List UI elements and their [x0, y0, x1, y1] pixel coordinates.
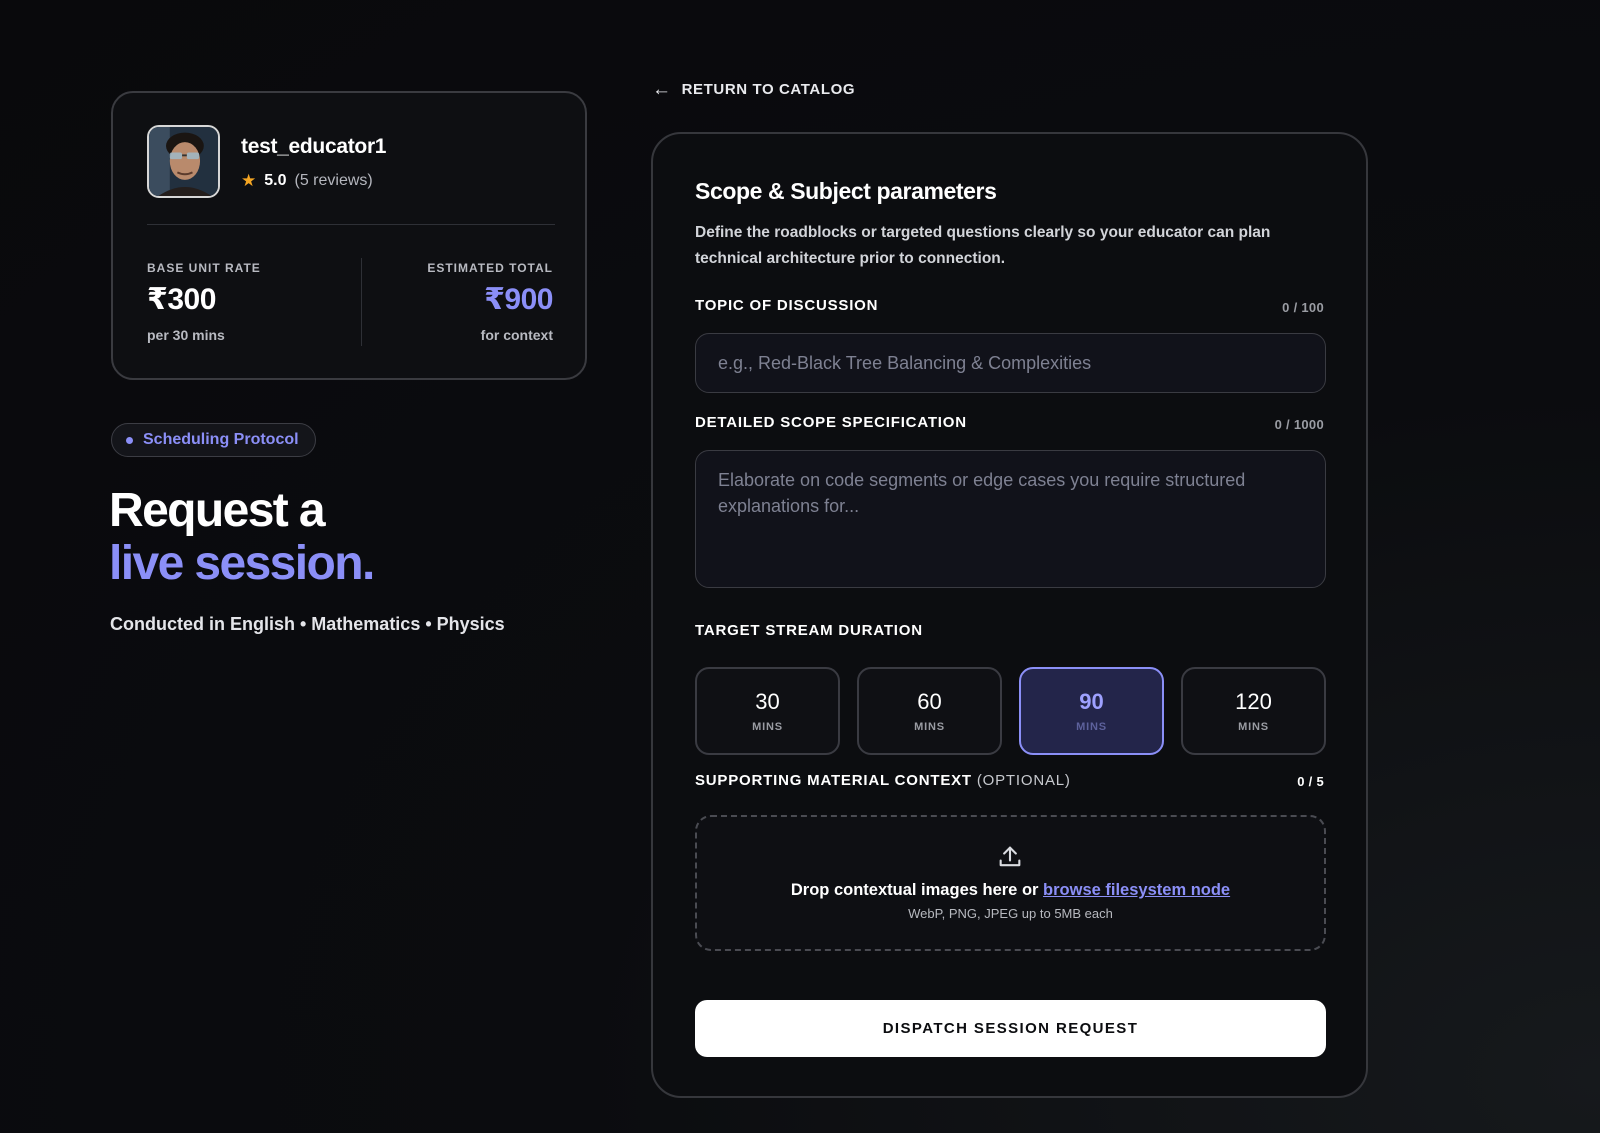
topic-label: TOPIC OF DISCUSSION: [695, 297, 879, 314]
avatar: [147, 125, 220, 198]
rating-value: 5.0: [264, 172, 287, 189]
material-label: SUPPORTING MATERIAL CONTEXT (OPTIONAL): [695, 772, 1071, 789]
duration-unit: MINS: [752, 721, 783, 733]
page-title: Request a live session.: [109, 484, 375, 590]
estimated-total-label: ESTIMATED TOTAL: [427, 261, 553, 275]
rate-divider: [361, 258, 362, 346]
duration-value: 90: [1079, 689, 1104, 714]
topic-counter: 0 / 100: [1282, 300, 1324, 315]
material-label-text: SUPPORTING MATERIAL CONTEXT: [695, 772, 972, 789]
form-description: Define the roadblocks or targeted questi…: [695, 224, 1271, 267]
duration-value: 30: [755, 689, 780, 714]
material-optional: (OPTIONAL): [976, 772, 1071, 789]
return-to-catalog-link[interactable]: ← RETURN TO CATALOG: [652, 80, 855, 99]
dot-icon: [126, 436, 133, 444]
return-label: RETURN TO CATALOG: [681, 81, 856, 98]
page-title-line2: live session.: [109, 537, 375, 590]
arrow-left-icon: ←: [652, 79, 672, 100]
educator-name: test_educator1: [241, 135, 387, 158]
duration-label: TARGET STREAM DURATION: [695, 622, 923, 639]
scope-textarea[interactable]: [695, 450, 1326, 588]
material-counter: 0 / 5: [1297, 774, 1324, 789]
dropzone-hint: WebP, PNG, JPEG up to 5MB each: [908, 906, 1113, 921]
star-icon: ★: [241, 171, 257, 190]
educator-card: test_educator1 ★ 5.0 (5 reviews) BASE UN…: [111, 91, 587, 380]
browse-filesystem-link[interactable]: browse filesystem node: [1043, 881, 1230, 899]
scope-label: DETAILED SCOPE SPECIFICATION: [695, 414, 967, 431]
scheduling-protocol-badge: Scheduling Protocol: [111, 423, 316, 457]
page: test_educator1 ★ 5.0 (5 reviews) BASE UN…: [0, 0, 1600, 1133]
estimated-total-sub: for context: [480, 327, 553, 343]
duration-unit: MINS: [1076, 721, 1107, 733]
avatar-photo-icon: [149, 127, 218, 196]
session-request-form: Scope & Subject parameters Define the ro…: [651, 132, 1368, 1098]
form-title: Scope & Subject parameters: [695, 178, 997, 204]
duration-option-60[interactable]: 60 MINS: [857, 667, 1002, 755]
image-dropzone[interactable]: Drop contextual images here or browse fi…: [695, 815, 1326, 951]
duration-option-30[interactable]: 30 MINS: [695, 667, 840, 755]
base-rate-sub: per 30 mins: [147, 327, 225, 343]
educator-rating: ★ 5.0 (5 reviews): [241, 171, 373, 191]
duration-value: 60: [917, 689, 942, 714]
drop-text: Drop contextual images here or: [790, 881, 1039, 899]
dropzone-text: Drop contextual images here or browse fi…: [697, 881, 1324, 900]
badge-label: Scheduling Protocol: [143, 431, 299, 448]
duration-unit: MINS: [1238, 721, 1269, 733]
base-rate-label: BASE UNIT RATE: [147, 261, 261, 275]
topic-input[interactable]: [695, 333, 1326, 393]
duration-option-90[interactable]: 90 MINS: [1019, 667, 1164, 755]
rating-reviews: (5 reviews): [294, 172, 373, 189]
page-title-line1: Request a: [109, 484, 326, 537]
duration-value: 120: [1235, 689, 1272, 714]
upload-icon: [999, 846, 1021, 867]
base-rate-value: ₹300: [147, 283, 216, 316]
dispatch-session-request-button[interactable]: DISPATCH SESSION REQUEST: [695, 1000, 1326, 1057]
duration-option-120[interactable]: 120 MINS: [1181, 667, 1326, 755]
card-divider: [147, 224, 555, 225]
estimated-total-value: ₹900: [484, 283, 553, 316]
duration-unit: MINS: [914, 721, 945, 733]
session-subjects: Conducted in English • Mathematics • Phy…: [110, 614, 505, 634]
scope-counter: 0 / 1000: [1274, 417, 1324, 432]
